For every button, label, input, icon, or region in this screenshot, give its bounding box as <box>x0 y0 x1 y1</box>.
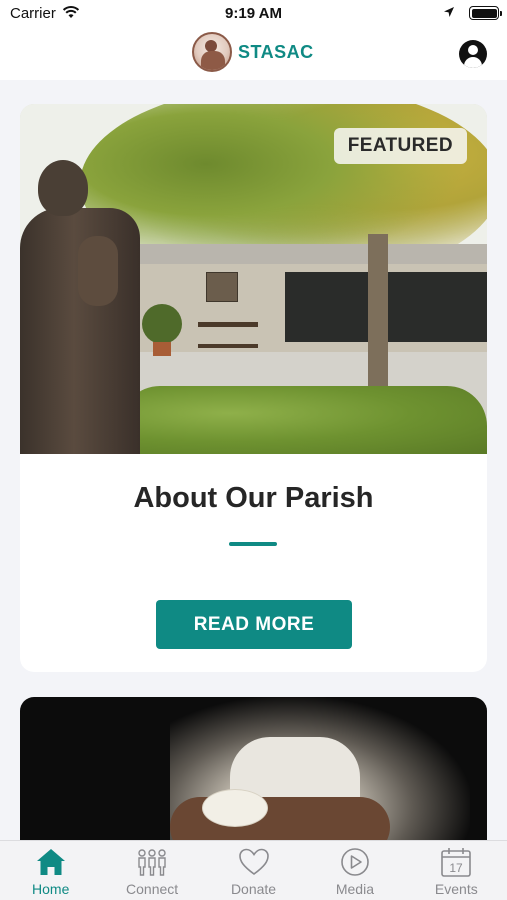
tab-media-label: Media <box>335 881 374 897</box>
featured-badge: FEATURED <box>333 128 467 164</box>
play-icon <box>341 848 369 876</box>
tab-events[interactable]: 17 Events <box>406 841 507 900</box>
photo-plant <box>142 304 182 344</box>
photo-bench <box>198 322 258 348</box>
tab-media[interactable]: Media <box>304 841 405 900</box>
status-bar: Carrier 9:19 AM <box>0 0 507 28</box>
profile-button[interactable] <box>459 40 487 68</box>
statue-head <box>38 160 88 216</box>
clock: 9:19 AM <box>225 5 282 22</box>
calendar-icon: 17 <box>441 848 472 877</box>
heart-icon <box>238 848 269 875</box>
card-title: About Our Parish <box>133 482 374 514</box>
tab-connect[interactable]: Connect <box>101 841 202 900</box>
photo-sign <box>206 272 238 302</box>
battery-icon <box>469 6 502 20</box>
photo-bushes <box>120 386 487 454</box>
tab-donate-label: Donate <box>230 881 277 897</box>
logo-text: STASAC <box>238 41 314 62</box>
tab-home[interactable]: Home <box>0 841 101 900</box>
tab-connect-label: Connect <box>126 881 179 897</box>
location-arrow-icon <box>444 7 454 17</box>
people-icon <box>138 849 166 876</box>
home-icon <box>36 849 65 875</box>
calendar-day-number: 17 <box>450 861 464 875</box>
statue-child <box>78 236 118 306</box>
photo-statue <box>20 158 142 454</box>
user-icon-body <box>464 57 482 68</box>
photo-tree-trunk <box>368 234 388 404</box>
photo-pot <box>153 342 171 356</box>
featured-card[interactable]: FEATURED About Our Parish READ MORE <box>20 104 487 672</box>
read-more-button[interactable]: READ MORE <box>156 600 352 649</box>
tab-events-label: Events <box>434 881 478 897</box>
tab-home-label: Home <box>32 881 70 897</box>
user-icon-head <box>468 45 478 55</box>
tab-donate[interactable]: Donate <box>203 841 304 900</box>
home-feed[interactable]: FEATURED About Our Parish READ MORE <box>0 80 507 840</box>
parish-photo: FEATURED <box>20 104 487 454</box>
parish-emblem-icon <box>192 32 232 72</box>
photo-host <box>202 789 268 827</box>
title-divider <box>229 542 277 546</box>
app-header: STASAC <box>0 28 507 80</box>
second-card[interactable] <box>20 697 487 840</box>
app-logo: STASAC <box>192 31 314 73</box>
tab-bar: Home Connect Donate Media 17 Events <box>0 840 507 900</box>
